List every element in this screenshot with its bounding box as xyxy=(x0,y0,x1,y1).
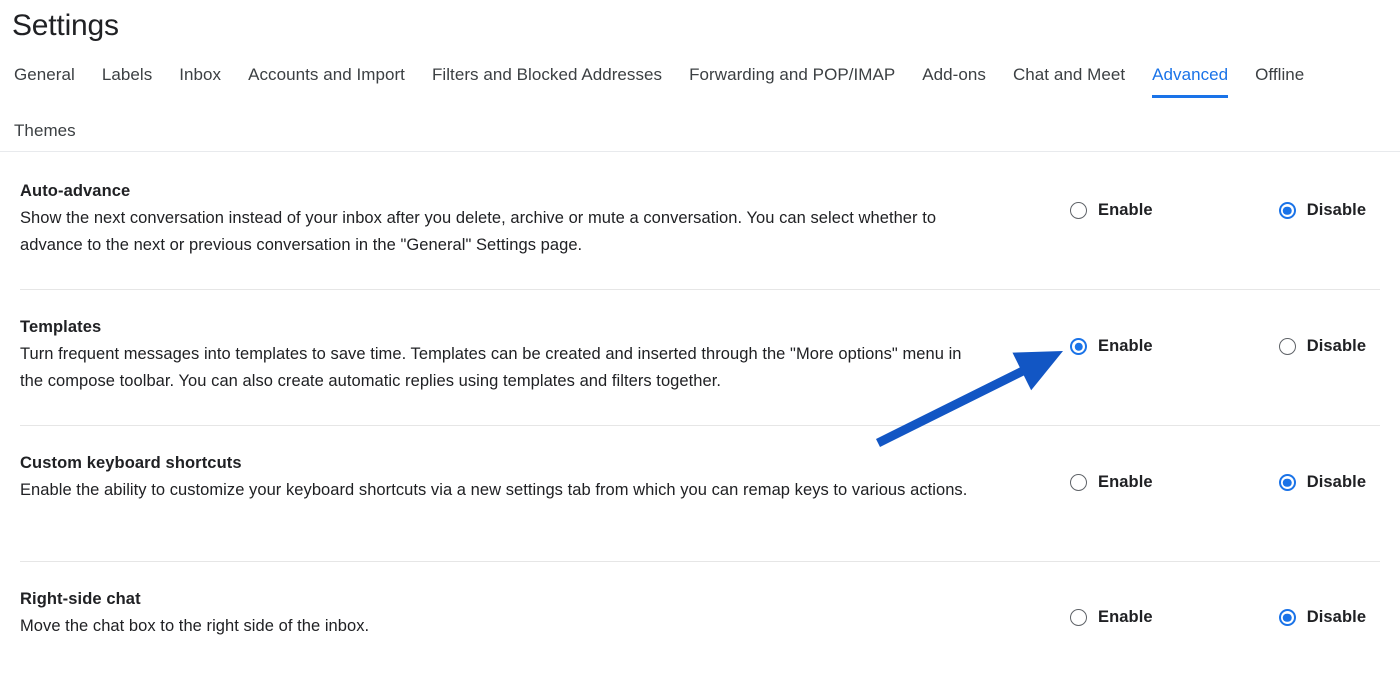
tab-add-ons[interactable]: Add-ons xyxy=(922,62,986,98)
tab-accounts-and-import[interactable]: Accounts and Import xyxy=(248,62,405,98)
setting-title: Templates xyxy=(20,318,102,336)
setting-options-templates: Enable Disable xyxy=(1070,337,1366,356)
tab-themes[interactable]: Themes xyxy=(14,118,76,154)
radio-templates-enable[interactable]: Enable xyxy=(1070,337,1153,356)
radio-templates-disable[interactable]: Disable xyxy=(1278,337,1367,356)
radio-right-side-chat-enable[interactable]: Enable xyxy=(1070,608,1153,627)
setting-text-block: Templates Turn frequent messages into te… xyxy=(20,315,1060,395)
radio-label-enable: Enable xyxy=(1098,608,1153,626)
tab-general[interactable]: General xyxy=(14,62,75,98)
setting-text-block: Custom keyboard shortcuts Enable the abi… xyxy=(20,451,1060,504)
tab-inbox[interactable]: Inbox xyxy=(179,62,221,98)
radio-label-disable: Disable xyxy=(1306,337,1367,355)
radio-label-enable: Enable xyxy=(1098,337,1153,355)
setting-description: Turn frequent messages into templates to… xyxy=(20,345,962,390)
setting-description: Move the chat box to the right side of t… xyxy=(20,617,370,635)
radio-auto-advance-disable[interactable]: Disable xyxy=(1278,201,1367,220)
settings-rows: Auto-advance Show the next conversation … xyxy=(0,153,1400,686)
radio-checked-icon xyxy=(1278,202,1296,219)
settings-header: Settings General Labels Inbox Accounts a… xyxy=(0,0,1400,152)
radio-label-enable: Enable xyxy=(1098,473,1153,491)
setting-options-custom-keyboard-shortcuts: Enable Disable xyxy=(1070,473,1366,492)
radio-custom-keyboard-shortcuts-enable[interactable]: Enable xyxy=(1070,473,1153,492)
radio-label-disable: Disable xyxy=(1306,201,1367,219)
tab-forwarding-and-pop-imap[interactable]: Forwarding and POP/IMAP xyxy=(689,62,895,98)
setting-row-templates: Templates Turn frequent messages into te… xyxy=(0,289,1400,425)
radio-unchecked-icon xyxy=(1070,474,1087,491)
tab-filters-and-blocked-addresses[interactable]: Filters and Blocked Addresses xyxy=(432,62,662,98)
setting-options-auto-advance: Enable Disable xyxy=(1070,201,1366,220)
radio-custom-keyboard-shortcuts-disable[interactable]: Disable xyxy=(1278,473,1367,492)
tab-chat-and-meet[interactable]: Chat and Meet xyxy=(1013,62,1125,98)
radio-checked-icon xyxy=(1278,474,1296,491)
setting-options-right-side-chat: Enable Disable xyxy=(1070,608,1366,627)
tab-offline[interactable]: Offline xyxy=(1255,62,1304,98)
setting-text-block: Right-side chat Move the chat box to the… xyxy=(20,587,1060,640)
tab-labels[interactable]: Labels xyxy=(102,62,152,98)
setting-description: Enable the ability to customize your key… xyxy=(20,481,968,499)
radio-unchecked-icon xyxy=(1070,202,1087,219)
setting-row-auto-advance: Auto-advance Show the next conversation … xyxy=(0,153,1400,289)
radio-unchecked-icon xyxy=(1070,609,1087,626)
setting-row-custom-keyboard-shortcuts: Custom keyboard shortcuts Enable the abi… xyxy=(0,425,1400,561)
radio-label-enable: Enable xyxy=(1098,201,1153,219)
radio-checked-icon xyxy=(1278,609,1296,626)
settings-page: Settings General Labels Inbox Accounts a… xyxy=(0,0,1400,670)
radio-unchecked-icon xyxy=(1278,338,1296,355)
setting-row-right-side-chat: Right-side chat Move the chat box to the… xyxy=(0,561,1400,686)
radio-label-disable: Disable xyxy=(1306,473,1367,491)
setting-text-block: Auto-advance Show the next conversation … xyxy=(20,179,1060,259)
setting-title: Right-side chat xyxy=(20,590,141,608)
radio-label-disable: Disable xyxy=(1306,608,1367,626)
setting-title: Auto-advance xyxy=(20,182,131,200)
radio-auto-advance-enable[interactable]: Enable xyxy=(1070,201,1153,220)
tab-advanced[interactable]: Advanced xyxy=(1152,62,1229,98)
setting-description: Show the next conversation instead of yo… xyxy=(20,209,937,254)
radio-right-side-chat-disable[interactable]: Disable xyxy=(1278,608,1367,627)
page-title: Settings xyxy=(12,9,119,42)
radio-checked-icon xyxy=(1070,338,1087,355)
setting-title: Custom keyboard shortcuts xyxy=(20,454,242,472)
